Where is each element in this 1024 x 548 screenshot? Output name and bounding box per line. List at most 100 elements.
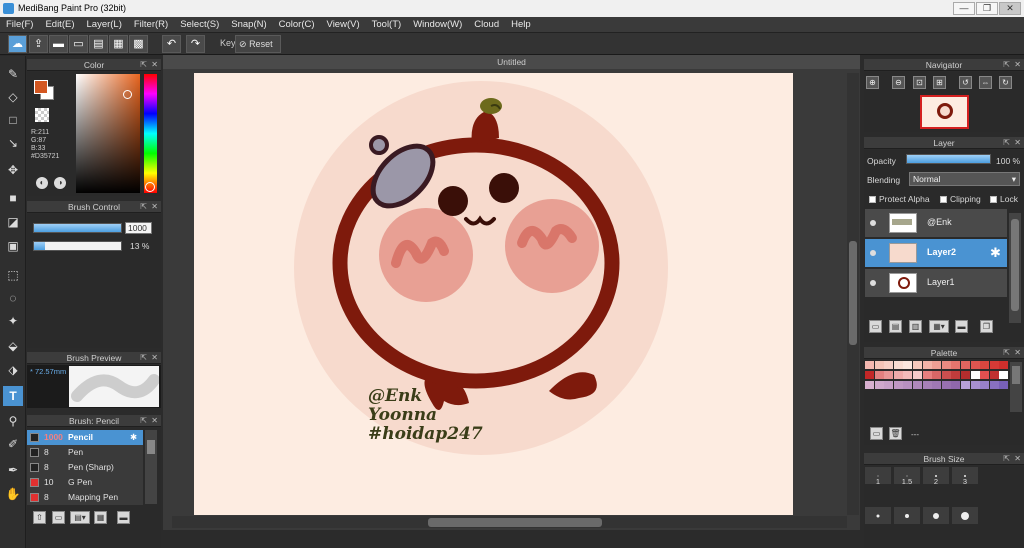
redo-icon[interactable]: ↷: [186, 35, 205, 53]
brush-list-scrollbar[interactable]: [145, 430, 157, 504]
brush-item-pencil[interactable]: 1000 Pencil ✱: [27, 430, 143, 445]
palette-swatch[interactable]: [874, 371, 884, 379]
rotate-right-icon[interactable]: ↻: [999, 76, 1012, 89]
pin-icon[interactable]: ⇱: [140, 415, 147, 427]
hand-tool-icon[interactable]: ✋: [3, 484, 23, 504]
brush-tool-icon[interactable]: ✎: [3, 64, 23, 84]
horizontal-scroll-thumb[interactable]: [428, 518, 602, 527]
palette-swatch[interactable]: [893, 361, 903, 369]
comment-icon[interactable]: ▬: [49, 35, 68, 53]
sv-cursor[interactable]: [123, 90, 132, 99]
color-wheel-icon[interactable]: ◐: [36, 177, 48, 189]
palette-swatch[interactable]: [865, 371, 874, 379]
pin-icon[interactable]: ⇱: [140, 59, 147, 71]
palette-scrollbar[interactable]: [1010, 362, 1022, 412]
vertical-scrollbar[interactable]: [847, 73, 859, 515]
operation-tool-icon[interactable]: ⚲: [3, 411, 23, 431]
palette-swatch[interactable]: [874, 381, 884, 389]
cloud-icon[interactable]: ☁: [8, 35, 27, 53]
palette-swatch[interactable]: [989, 381, 999, 389]
pin-icon[interactable]: ⇱: [1003, 453, 1010, 465]
menu-layer[interactable]: Layer(L): [81, 17, 128, 32]
scrollbar-thumb[interactable]: [147, 440, 155, 454]
eye-icon[interactable]: [870, 280, 876, 286]
palette-swatch[interactable]: [961, 371, 970, 379]
palette-swatch[interactable]: [913, 361, 922, 369]
palette-swatch[interactable]: [922, 361, 932, 369]
hue-slider[interactable]: [144, 74, 157, 193]
maximize-button[interactable]: ❐: [976, 2, 998, 15]
palette-swatch[interactable]: [884, 381, 894, 389]
eraser-tool-icon[interactable]: ◇: [3, 87, 23, 107]
close-icon[interactable]: ✕: [151, 59, 158, 71]
palette-swatch[interactable]: [941, 371, 951, 379]
layer-row-enk[interactable]: @Enk: [865, 209, 1007, 238]
palette-swatch[interactable]: [989, 361, 999, 369]
palette-swatch[interactable]: [884, 361, 894, 369]
palette-swatch[interactable]: [951, 371, 961, 379]
palette-swatch[interactable]: [893, 381, 903, 389]
vertical-scroll-thumb[interactable]: [849, 241, 857, 345]
palette-swatch[interactable]: [903, 381, 913, 389]
clipping-checkbox[interactable]: Clipping: [940, 194, 981, 204]
list-icon[interactable]: ▦: [109, 35, 128, 53]
add-brush-icon[interactable]: ⇧: [33, 511, 46, 524]
eye-icon[interactable]: [870, 250, 876, 256]
menu-color[interactable]: Color(C): [273, 17, 321, 32]
text-tool-icon[interactable]: T: [3, 386, 23, 406]
menu-select[interactable]: Select(S): [174, 17, 225, 32]
close-icon[interactable]: ✕: [1014, 453, 1021, 465]
reset-button[interactable]: ⊘ Reset: [235, 35, 281, 53]
brush-size-preset[interactable]: [893, 506, 921, 525]
brush-item-pen[interactable]: 8 Pen: [27, 445, 143, 460]
select-eraser-tool-icon[interactable]: ⬗: [3, 360, 23, 380]
new-layer-icon[interactable]: ▭: [869, 320, 882, 333]
select-pen-tool-icon[interactable]: ⬙: [3, 336, 23, 356]
layer-opacity-slider[interactable]: [906, 154, 991, 164]
palette-swatch[interactable]: [989, 371, 999, 379]
brush-menu-icon[interactable]: ▤▾: [70, 511, 90, 524]
palette-swatch[interactable]: [932, 361, 942, 369]
menu-help[interactable]: Help: [505, 17, 537, 32]
brush-size-preset[interactable]: 1.5: [893, 466, 921, 486]
eyedropper-tool-icon[interactable]: ✒: [3, 460, 23, 480]
bucket-tool-icon[interactable]: ◪: [3, 212, 23, 232]
grid-icon[interactable]: ▩: [129, 35, 148, 53]
rotate-left-icon[interactable]: ↺: [959, 76, 972, 89]
layer-scroll-thumb[interactable]: [1011, 219, 1019, 311]
upload-icon[interactable]: ⇪: [29, 35, 48, 53]
transparent-color-swatch[interactable]: [35, 108, 49, 122]
palette-swatch[interactable]: [999, 381, 1009, 389]
palette-swatch[interactable]: [874, 361, 884, 369]
menu-tool[interactable]: Tool(T): [366, 17, 408, 32]
lasso-tool-icon[interactable]: ◌: [3, 288, 23, 308]
layer-row-layer2[interactable]: Layer2 ✱: [865, 239, 1007, 268]
menu-file[interactable]: File(F): [0, 17, 39, 32]
protect-alpha-checkbox[interactable]: Protect Alpha: [869, 194, 930, 204]
flip-icon[interactable]: ⇔: [979, 76, 992, 89]
gear-icon[interactable]: ✱: [990, 245, 1001, 261]
palette-swatch[interactable]: [922, 381, 932, 389]
menu-view[interactable]: View(V): [321, 17, 366, 32]
actual-size-icon[interactable]: ⊞: [933, 76, 946, 89]
move-tool-icon[interactable]: ✥: [3, 160, 23, 180]
palette-swatch[interactable]: [999, 361, 1009, 369]
palette-swatch[interactable]: [999, 371, 1009, 379]
zoom-out-icon[interactable]: ⊖: [892, 76, 905, 89]
color-set-icon[interactable]: ◑: [54, 177, 66, 189]
pin-icon[interactable]: ⇱: [140, 201, 147, 213]
palette-swatch[interactable]: [941, 381, 951, 389]
select-rect-tool-icon[interactable]: ⬚: [3, 265, 23, 285]
fill-rect-tool-icon[interactable]: ■: [3, 188, 23, 208]
pin-icon[interactable]: ⇱: [1003, 347, 1010, 359]
fit-icon[interactable]: ⊡: [913, 76, 926, 89]
menu-filter[interactable]: Filter(R): [128, 17, 174, 32]
brush-size-slider[interactable]: [33, 223, 122, 233]
line-tool-icon[interactable]: ↘: [3, 133, 23, 153]
folder-icon[interactable]: ▬: [117, 511, 130, 524]
palette-swatch[interactable]: [932, 381, 942, 389]
layer-row-layer1[interactable]: Layer1: [865, 269, 1007, 298]
navigator-thumbnail[interactable]: [920, 95, 969, 129]
palette-swatch[interactable]: [951, 361, 961, 369]
blending-select[interactable]: Normal ▾: [909, 172, 1020, 186]
